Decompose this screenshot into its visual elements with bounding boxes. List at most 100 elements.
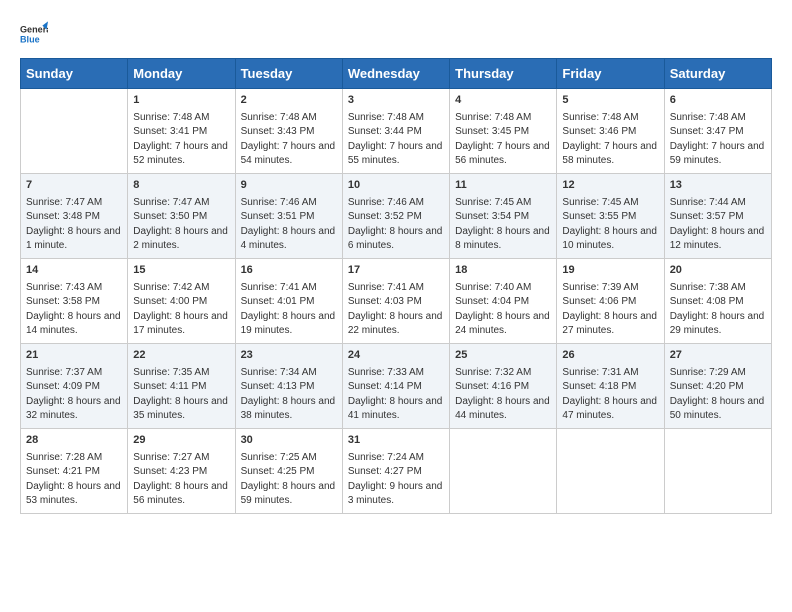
logo-icon: General Blue [20,20,48,48]
calendar-cell: 27 Sunrise: 7:29 AMSunset: 4:20 PMDayligh… [664,343,771,428]
calendar-cell: 6 Sunrise: 7:48 AMSunset: 3:47 PMDaylight… [664,89,771,174]
day-number: 30 [241,433,337,449]
day-number: 18 [455,263,551,279]
day-info: Sunrise: 7:46 AMSunset: 3:52 PMDaylight:… [348,196,444,254]
day-number: 23 [241,348,337,364]
calendar-cell: 5 Sunrise: 7:48 AMSunset: 3:46 PMDaylight… [557,89,664,174]
day-info: Sunrise: 7:48 AMSunset: 3:46 PMDaylight:… [562,111,658,169]
calendar-cell: 21 Sunrise: 7:37 AMSunset: 4:09 PMDayligh… [21,343,128,428]
day-number: 2 [241,93,337,109]
calendar-cell: 17 Sunrise: 7:41 AMSunset: 4:03 PMDayligh… [342,258,449,343]
calendar-cell: 2 Sunrise: 7:48 AMSunset: 3:43 PMDaylight… [235,89,342,174]
day-info: Sunrise: 7:42 AMSunset: 4:00 PMDaylight:… [133,281,229,339]
day-info: Sunrise: 7:45 AMSunset: 3:54 PMDaylight:… [455,196,551,254]
day-number: 17 [348,263,444,279]
day-info: Sunrise: 7:44 AMSunset: 3:57 PMDaylight:… [670,196,766,254]
calendar-header-row: SundayMondayTuesdayWednesdayThursdayFrid… [21,59,772,89]
day-info: Sunrise: 7:45 AMSunset: 3:55 PMDaylight:… [562,196,658,254]
day-number: 25 [455,348,551,364]
day-info: Sunrise: 7:47 AMSunset: 3:50 PMDaylight:… [133,196,229,254]
calendar-cell: 15 Sunrise: 7:42 AMSunset: 4:00 PMDayligh… [128,258,235,343]
day-number: 7 [26,178,122,194]
day-number: 29 [133,433,229,449]
page-header: General Blue [20,20,772,48]
day-info: Sunrise: 7:35 AMSunset: 4:11 PMDaylight:… [133,366,229,424]
day-number: 27 [670,348,766,364]
day-number: 12 [562,178,658,194]
day-info: Sunrise: 7:29 AMSunset: 4:20 PMDaylight:… [670,366,766,424]
week-row-1: 1Sunrise: 7:48 AMSunset: 3:41 PMDaylight… [21,89,772,174]
day-info: Sunrise: 7:46 AMSunset: 3:51 PMDaylight:… [241,196,337,254]
header-wednesday: Wednesday [342,59,449,89]
calendar-cell [557,428,664,513]
calendar-table: SundayMondayTuesdayWednesdayThursdayFrid… [20,58,772,514]
day-number: 5 [562,93,658,109]
day-info: Sunrise: 7:48 AMSunset: 3:43 PMDaylight:… [241,111,337,169]
calendar-cell: 30 Sunrise: 7:25 AMSunset: 4:25 PMDayligh… [235,428,342,513]
day-info: Sunrise: 7:24 AMSunset: 4:27 PMDaylight:… [348,451,444,509]
day-number: 26 [562,348,658,364]
day-number: 13 [670,178,766,194]
day-number: 10 [348,178,444,194]
calendar-cell: 10 Sunrise: 7:46 AMSunset: 3:52 PMDayligh… [342,173,449,258]
header-thursday: Thursday [450,59,557,89]
calendar-cell: 7 Sunrise: 7:47 AMSunset: 3:48 PMDaylight… [21,173,128,258]
day-info: Sunrise: 7:47 AMSunset: 3:48 PMDaylight:… [26,196,122,254]
calendar-cell: 12 Sunrise: 7:45 AMSunset: 3:55 PMDayligh… [557,173,664,258]
calendar-cell [664,428,771,513]
week-row-3: 14 Sunrise: 7:43 AMSunset: 3:58 PMDayligh… [21,258,772,343]
day-number: 11 [455,178,551,194]
day-info: Sunrise: 7:27 AMSunset: 4:23 PMDaylight:… [133,451,229,509]
calendar-cell: 4 Sunrise: 7:48 AMSunset: 3:45 PMDaylight… [450,89,557,174]
calendar-cell [450,428,557,513]
day-info: Sunrise: 7:38 AMSunset: 4:08 PMDaylight:… [670,281,766,339]
day-number: 28 [26,433,122,449]
week-row-5: 28Sunrise: 7:28 AMSunset: 4:21 PMDayligh… [21,428,772,513]
calendar-cell: 28Sunrise: 7:28 AMSunset: 4:21 PMDayligh… [21,428,128,513]
day-info: Sunrise: 7:33 AMSunset: 4:14 PMDaylight:… [348,366,444,424]
day-info: Sunrise: 7:37 AMSunset: 4:09 PMDaylight:… [26,366,122,424]
day-info: Sunrise: 7:32 AMSunset: 4:16 PMDaylight:… [455,366,551,424]
day-info: Sunrise: 7:41 AMSunset: 4:03 PMDaylight:… [348,281,444,339]
day-number: 4 [455,93,551,109]
calendar-cell: 18 Sunrise: 7:40 AMSunset: 4:04 PMDayligh… [450,258,557,343]
day-info: Sunrise: 7:34 AMSunset: 4:13 PMDaylight:… [241,366,337,424]
day-info: Sunrise: 7:39 AMSunset: 4:06 PMDaylight:… [562,281,658,339]
calendar-cell: 14 Sunrise: 7:43 AMSunset: 3:58 PMDayligh… [21,258,128,343]
day-number: 8 [133,178,229,194]
day-info: Sunrise: 7:48 AMSunset: 3:45 PMDaylight:… [455,111,551,169]
day-number: 6 [670,93,766,109]
day-number: 21 [26,348,122,364]
calendar-cell: 29 Sunrise: 7:27 AMSunset: 4:23 PMDayligh… [128,428,235,513]
day-info: Sunrise: 7:48 AMSunset: 3:47 PMDaylight:… [670,111,766,169]
day-number: 3 [348,93,444,109]
calendar-cell: 13 Sunrise: 7:44 AMSunset: 3:57 PMDayligh… [664,173,771,258]
day-number: 16 [241,263,337,279]
day-number: 31 [348,433,444,449]
calendar-cell: 9 Sunrise: 7:46 AMSunset: 3:51 PMDaylight… [235,173,342,258]
day-info: Sunrise: 7:25 AMSunset: 4:25 PMDaylight:… [241,451,337,509]
calendar-cell: 25 Sunrise: 7:32 AMSunset: 4:16 PMDayligh… [450,343,557,428]
day-number: 22 [133,348,229,364]
day-number: 24 [348,348,444,364]
week-row-4: 21 Sunrise: 7:37 AMSunset: 4:09 PMDayligh… [21,343,772,428]
day-number: 14 [26,263,122,279]
day-number: 20 [670,263,766,279]
day-number: 15 [133,263,229,279]
logo: General Blue [20,20,52,48]
day-info: Sunrise: 7:40 AMSunset: 4:04 PMDaylight:… [455,281,551,339]
calendar-cell: 20 Sunrise: 7:38 AMSunset: 4:08 PMDayligh… [664,258,771,343]
day-number: 1 [133,93,229,109]
calendar-cell: 1Sunrise: 7:48 AMSunset: 3:41 PMDaylight… [128,89,235,174]
calendar-cell: 16 Sunrise: 7:41 AMSunset: 4:01 PMDayligh… [235,258,342,343]
header-friday: Friday [557,59,664,89]
calendar-cell: 19Sunrise: 7:39 AMSunset: 4:06 PMDayligh… [557,258,664,343]
calendar-cell: 23 Sunrise: 7:34 AMSunset: 4:13 PMDayligh… [235,343,342,428]
calendar-cell [21,89,128,174]
header-saturday: Saturday [664,59,771,89]
calendar-cell: 3Sunrise: 7:48 AMSunset: 3:44 PMDaylight… [342,89,449,174]
header-tuesday: Tuesday [235,59,342,89]
day-info: Sunrise: 7:41 AMSunset: 4:01 PMDaylight:… [241,281,337,339]
day-info: Sunrise: 7:43 AMSunset: 3:58 PMDaylight:… [26,281,122,339]
day-number: 9 [241,178,337,194]
